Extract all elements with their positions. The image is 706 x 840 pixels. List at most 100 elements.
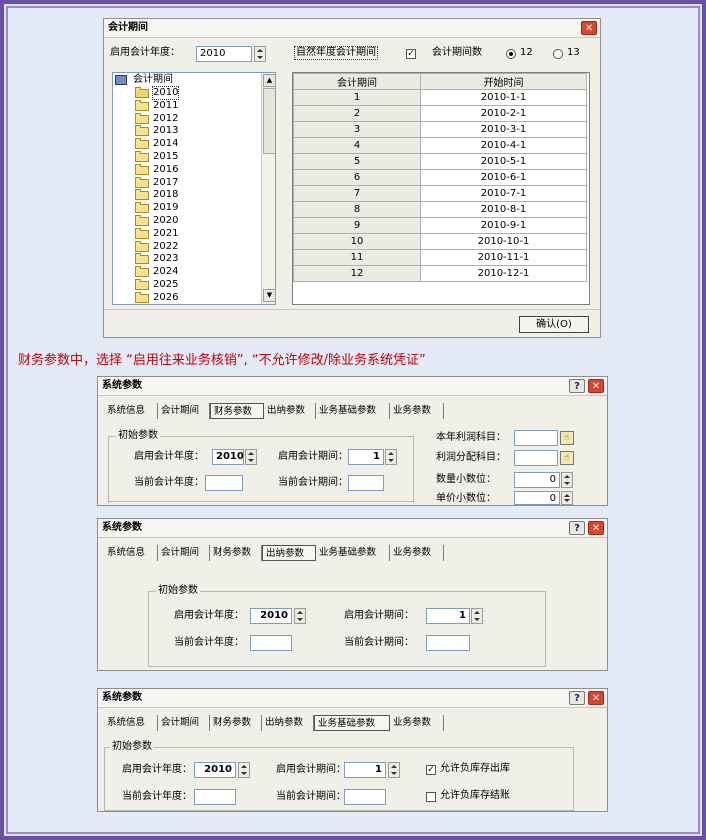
start-period-input[interactable]: 1 [348, 449, 384, 465]
current-year-input[interactable] [205, 475, 243, 491]
table-row[interactable]: 1 2010-1-1 [293, 89, 587, 106]
tree-item-year[interactable]: 2017 [135, 176, 255, 190]
profit-dist-input[interactable] [514, 450, 558, 466]
radio-13[interactable] [553, 49, 563, 59]
start-year-spinner[interactable] [245, 449, 257, 465]
table-row[interactable]: 9 2010-9-1 [293, 217, 587, 234]
tab-business-params[interactable]: 业务参数 [390, 545, 444, 561]
start-year-input[interactable]: 2010 [212, 449, 244, 465]
table-row[interactable]: 2 2010-2-1 [293, 105, 587, 122]
allow-negative-stock-close-checkbox[interactable] [426, 792, 436, 802]
start-period-input[interactable]: 1 [344, 762, 386, 778]
start-period-spinner[interactable] [385, 449, 397, 465]
tree-item-year[interactable]: 2012 [135, 112, 255, 126]
allow-negative-stock-out-checkbox[interactable]: ✓ [426, 765, 436, 775]
tab-accounting-period[interactable]: 会计期间 [158, 403, 210, 419]
tree-item-year[interactable]: 2026 [135, 291, 255, 304]
start-period-spinner[interactable] [471, 608, 483, 624]
start-year-input[interactable]: 2010 [250, 608, 292, 624]
tab-cashier-params[interactable]: 出纳参数 [262, 715, 314, 731]
tree-item-year[interactable]: 2021 [135, 227, 255, 241]
scroll-up-button[interactable]: ▲ [263, 74, 275, 87]
table-row[interactable]: 4 2010-4-1 [293, 137, 587, 154]
current-period-input[interactable] [348, 475, 384, 491]
tab-business-params[interactable]: 业务参数 [390, 715, 444, 731]
start-year-spinner[interactable] [254, 46, 266, 62]
tree-root[interactable]: 会计期间 [115, 74, 255, 87]
start-time-cell[interactable]: 2010-2-1 [420, 105, 587, 122]
lookup-icon[interactable]: ☝ [560, 451, 574, 465]
radio-12[interactable] [506, 49, 516, 59]
start-time-cell[interactable]: 2010-12-1 [420, 265, 587, 282]
current-period-input[interactable] [426, 635, 470, 651]
tree-item-year[interactable]: 2010 [135, 86, 255, 100]
current-year-input[interactable] [250, 635, 292, 651]
price-decimal-input[interactable]: 0 [514, 491, 560, 505]
table-row[interactable]: 7 2010-7-1 [293, 185, 587, 202]
start-time-cell[interactable]: 2010-1-1 [420, 89, 587, 106]
start-time-cell[interactable]: 2010-6-1 [420, 169, 587, 186]
start-year-spinner[interactable] [238, 762, 250, 778]
natural-year-checkbox[interactable]: ✓ [406, 49, 416, 59]
table-row[interactable]: 3 2010-3-1 [293, 121, 587, 138]
close-icon[interactable]: ✕ [588, 379, 604, 393]
tree-item-year[interactable]: 2014 [135, 138, 255, 151]
scroll-thumb[interactable] [263, 88, 275, 154]
qty-decimal-input[interactable]: 0 [514, 472, 560, 488]
table-row[interactable]: 10 2010-10-1 [293, 233, 587, 250]
start-time-cell[interactable]: 2010-3-1 [420, 121, 587, 138]
price-decimal-spinner[interactable] [561, 491, 573, 505]
close-icon[interactable]: ✕ [588, 521, 604, 535]
current-year-input[interactable] [194, 789, 236, 805]
tree-item-year[interactable]: 2015 [135, 151, 255, 164]
tab-cashier-params[interactable]: 出纳参数 [264, 403, 316, 419]
start-time-cell[interactable]: 2010-11-1 [420, 249, 587, 266]
tree-item-year[interactable]: 2011 [135, 99, 255, 113]
start-period-input[interactable]: 1 [426, 608, 470, 624]
start-time-cell[interactable]: 2010-9-1 [420, 217, 587, 234]
lookup-icon[interactable]: ☝ [560, 431, 574, 445]
tab-business-base-params[interactable]: 业务基础参数 [316, 545, 390, 561]
tab-finance-params[interactable]: 财务参数 [210, 403, 264, 419]
tree-scrollbar[interactable]: ▲ ▼ [261, 73, 275, 304]
start-year-input[interactable]: 2010 [194, 762, 236, 778]
table-row[interactable]: 6 2010-6-1 [293, 169, 587, 186]
help-icon[interactable]: ? [569, 379, 585, 393]
tab-business-base-params[interactable]: 业务基础参数 [314, 715, 390, 731]
tree-item-year[interactable]: 2025 [135, 279, 255, 292]
tab-finance-params[interactable]: 财务参数 [210, 715, 262, 731]
table-row[interactable]: 5 2010-5-1 [293, 153, 587, 170]
start-time-cell[interactable]: 2010-8-1 [420, 201, 587, 218]
start-time-cell[interactable]: 2010-5-1 [420, 153, 587, 170]
tab-finance-params[interactable]: 财务参数 [210, 545, 262, 561]
tab-system-info[interactable]: 系统信息 [104, 403, 158, 419]
tab-accounting-period[interactable]: 会计期间 [158, 545, 210, 561]
tree-item-year[interactable]: 2018 [135, 189, 255, 202]
current-period-input[interactable] [344, 789, 386, 805]
tree-item-year[interactable]: 2022 [135, 240, 255, 254]
tree-item-year[interactable]: 2013 [135, 125, 255, 138]
tab-business-base-params[interactable]: 业务基础参数 [316, 403, 390, 419]
tab-system-info[interactable]: 系统信息 [104, 715, 158, 731]
scroll-down-button[interactable]: ▼ [263, 289, 275, 302]
tab-cashier-params[interactable]: 出纳参数 [262, 545, 316, 561]
start-time-cell[interactable]: 2010-10-1 [420, 233, 587, 250]
tree-item-year[interactable]: 2020 [135, 215, 255, 228]
tree-item-year[interactable]: 2023 [135, 253, 255, 266]
confirm-button[interactable]: 确认(O) [519, 316, 589, 333]
table-row[interactable]: 11 2010-11-1 [293, 249, 587, 266]
qty-decimal-spinner[interactable] [561, 472, 573, 488]
start-year-spinner[interactable] [294, 608, 306, 624]
period-tree[interactable]: 会计期间 2010 2011 2012 2013 2014 2015 2016 2017 201… [112, 72, 276, 305]
tab-business-params[interactable]: 业务参数 [390, 403, 444, 419]
profit-account-input[interactable] [514, 430, 558, 446]
tab-accounting-period[interactable]: 会计期间 [158, 715, 210, 731]
start-time-cell[interactable]: 2010-7-1 [420, 185, 587, 202]
help-icon[interactable]: ? [569, 521, 585, 535]
table-row[interactable]: 8 2010-8-1 [293, 201, 587, 218]
start-period-spinner[interactable] [388, 762, 400, 778]
help-icon[interactable]: ? [569, 691, 585, 705]
tree-item-year[interactable]: 2019 [135, 202, 255, 215]
start-year-input[interactable]: 2010 [196, 46, 252, 62]
tree-item-year[interactable]: 2016 [135, 163, 255, 177]
